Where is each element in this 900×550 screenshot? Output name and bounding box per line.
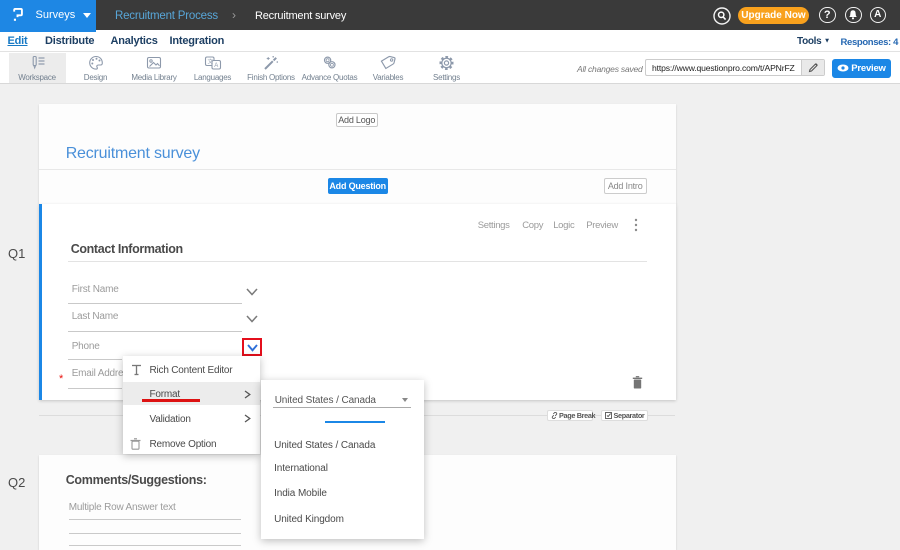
svg-text:文: 文 xyxy=(207,57,213,65)
svg-text:A: A xyxy=(214,63,218,69)
